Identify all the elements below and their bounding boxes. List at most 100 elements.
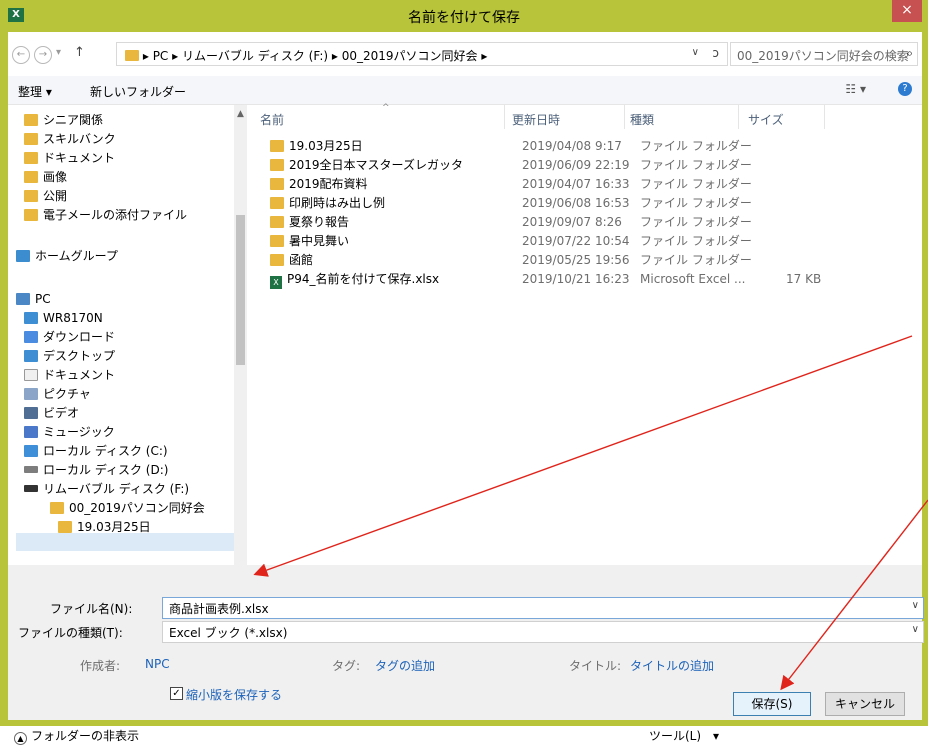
nav-item-public[interactable]: 公開: [24, 187, 67, 205]
nav-item-subfolder[interactable]: 19.03月25日: [58, 518, 151, 536]
file-row[interactable]: 暑中見舞い 2019/07/22 10:54 ファイル フォルダー: [258, 232, 878, 250]
thumbnail-checkbox[interactable]: ✓: [170, 687, 183, 700]
tags-value[interactable]: タグの追加: [375, 657, 435, 674]
file-row[interactable]: 2019配布資料 2019/04/07 16:33 ファイル フォルダー: [258, 175, 878, 193]
tags-label: タグ:: [332, 659, 361, 673]
nav-item-drive-c[interactable]: ローカル ディスク (C:): [24, 442, 168, 460]
removable-drive-icon: [24, 485, 38, 492]
file-row[interactable]: 印刷時はみ出し例 2019/06/08 16:53 ファイル フォルダー: [258, 194, 878, 212]
file-row[interactable]: 19.03月25日 2019/04/08 9:17 ファイル フォルダー: [258, 137, 878, 155]
recent-locations-icon[interactable]: ▾: [56, 47, 61, 58]
nav-item-label: スキルバンク: [43, 132, 116, 146]
dialog-body: ← → ▾ ↑ ▸ PC ▸ リムーバブル ディスク (F:) ▸ 00_201…: [8, 32, 924, 745]
file-name-cell: 夏祭り報告: [270, 213, 349, 231]
column-name[interactable]: 名前: [260, 111, 284, 128]
filetype-select[interactable]: Excel ブック (*.xlsx) ∨: [162, 621, 924, 643]
chevron-down-icon[interactable]: ∨: [912, 624, 919, 635]
breadcrumb-separator: ▸: [172, 49, 179, 63]
search-icon[interactable]: ⌕: [906, 46, 913, 61]
filename-input[interactable]: 商品計画表例.xlsx: [169, 600, 269, 617]
title-value[interactable]: タイトルの追加: [630, 657, 714, 674]
address-dropdown-icon[interactable]: ∨: [692, 47, 699, 58]
nav-scrollbar[interactable]: ▲ ▼: [234, 105, 247, 585]
new-folder-button[interactable]: 新しいフォルダー: [90, 83, 186, 100]
file-row[interactable]: 函館 2019/05/25 19:56 ファイル フォルダー: [258, 251, 878, 269]
nav-item-pictures[interactable]: ピクチャ: [24, 385, 91, 403]
nav-item-desktop[interactable]: デスクトップ: [24, 347, 115, 365]
breadcrumb-pc[interactable]: PC: [153, 49, 169, 63]
folder-icon: [24, 209, 38, 221]
breadcrumb-folder[interactable]: 00_2019パソコン同好会: [342, 49, 478, 63]
nav-item-drive-d[interactable]: ローカル ディスク (D:): [24, 461, 168, 479]
tools-button[interactable]: ツール(L) ▾: [649, 727, 719, 744]
folder-icon: [24, 114, 38, 126]
nav-item-music[interactable]: ミュージック: [24, 423, 115, 441]
column-divider[interactable]: [824, 105, 825, 129]
nav-item-label: 画像: [43, 170, 68, 184]
nav-item-homegroup[interactable]: ホームグループ: [16, 247, 118, 265]
file-row[interactable]: X P94_名前を付けて保存.xlsx 2019/10/21 16:23 Micr…: [258, 270, 878, 289]
file-row[interactable]: 2019全日本マスターズレガッタ 2019/06/09 22:19 ファイル フ…: [258, 156, 878, 174]
column-type[interactable]: 種類: [630, 111, 654, 128]
column-divider[interactable]: [624, 105, 625, 129]
file-row[interactable]: 夏祭り報告 2019/09/07 8:26 ファイル フォルダー: [258, 213, 878, 231]
nav-item-label: ピクチャ: [43, 387, 91, 401]
hide-folders-label: フォルダーの非表示: [31, 729, 140, 743]
scroll-thumb[interactable]: [236, 215, 245, 365]
author-value[interactable]: NPC: [145, 657, 170, 671]
nav-item-downloads[interactable]: ダウンロード: [24, 328, 115, 346]
nav-item-documents[interactable]: ドキュメント: [24, 366, 115, 384]
scroll-up-icon[interactable]: ▲: [234, 109, 247, 119]
search-box[interactable]: 00_2019パソコン同好会の検索 ⌕: [730, 42, 918, 66]
view-options-icon[interactable]: ☷ ▾: [845, 82, 866, 96]
nav-item-documents-user[interactable]: ドキュメント: [24, 149, 115, 167]
file-name: 夏祭り報告: [289, 215, 350, 229]
help-icon[interactable]: ?: [898, 82, 912, 96]
nav-item-email-attachments[interactable]: 電子メールの添付ファイル: [24, 206, 187, 224]
hide-folders-button[interactable]: ▲ フォルダーの非表示: [14, 727, 139, 745]
chevron-down-icon[interactable]: ∨: [912, 600, 919, 611]
cancel-button[interactable]: キャンセル: [825, 692, 905, 716]
nav-item-label: 電子メールの添付ファイル: [43, 208, 188, 222]
nav-item-drive-f[interactable]: リムーバブル ディスク (F:): [24, 480, 189, 498]
search-input[interactable]: 00_2019パソコン同好会の検索: [737, 47, 909, 64]
refresh-icon[interactable]: ↄ: [712, 46, 719, 60]
file-type: ファイル フォルダー: [640, 253, 752, 267]
nav-item-skillbank[interactable]: スキルバンク: [24, 130, 116, 148]
column-size[interactable]: サイズ: [748, 111, 784, 128]
organize-button[interactable]: 整理 ▾: [18, 83, 52, 100]
back-icon[interactable]: ←: [12, 46, 30, 64]
up-icon[interactable]: ↑: [74, 45, 85, 60]
folder-icon: [24, 171, 38, 183]
drive-icon: [24, 466, 38, 473]
nav-item-videos[interactable]: ビデオ: [24, 404, 79, 422]
column-date[interactable]: 更新日時: [512, 111, 560, 128]
column-divider[interactable]: [504, 105, 505, 129]
sort-ascending-icon: ^: [382, 103, 390, 113]
nav-item-wr8170n[interactable]: WR8170N: [24, 309, 103, 327]
breadcrumb-drive[interactable]: リムーバブル ディスク (F:): [182, 49, 328, 63]
file-type: ファイル フォルダー: [640, 177, 752, 191]
documents-icon: [24, 369, 38, 381]
thumbnail-label[interactable]: 縮小版を保存する: [186, 686, 282, 703]
nav-item-pc[interactable]: PC: [16, 290, 51, 308]
nav-item-senior[interactable]: シニア関係: [24, 111, 103, 129]
folder-icon: [270, 140, 284, 152]
address-bar[interactable]: ▸ PC ▸ リムーバブル ディスク (F:) ▸ 00_2019パソコン同好会…: [116, 42, 728, 66]
music-icon: [24, 426, 38, 438]
column-divider[interactable]: [738, 105, 739, 129]
file-name: 19.03月25日: [289, 139, 363, 153]
filename-field[interactable]: 商品計画表例.xlsx ∨: [162, 597, 924, 619]
save-button[interactable]: 保存(S): [733, 692, 811, 716]
nav-item-current-folder[interactable]: 00_2019パソコン同好会: [50, 499, 205, 517]
windows-drive-icon: [24, 445, 38, 457]
folder-icon: [58, 521, 72, 533]
forward-icon[interactable]: →: [34, 46, 52, 64]
close-button[interactable]: ×: [892, 0, 922, 22]
folder-icon: [270, 254, 284, 266]
nav-item-images[interactable]: 画像: [24, 168, 67, 186]
file-type: ファイル フォルダー: [640, 234, 752, 248]
folder-icon: [24, 152, 38, 164]
navigation-pane: シニア関係 スキルバンク ドキュメント 画像 公開 電子メールの添付ファイル ホ…: [8, 105, 240, 565]
file-date: 2019/07/22 10:54: [522, 234, 630, 248]
